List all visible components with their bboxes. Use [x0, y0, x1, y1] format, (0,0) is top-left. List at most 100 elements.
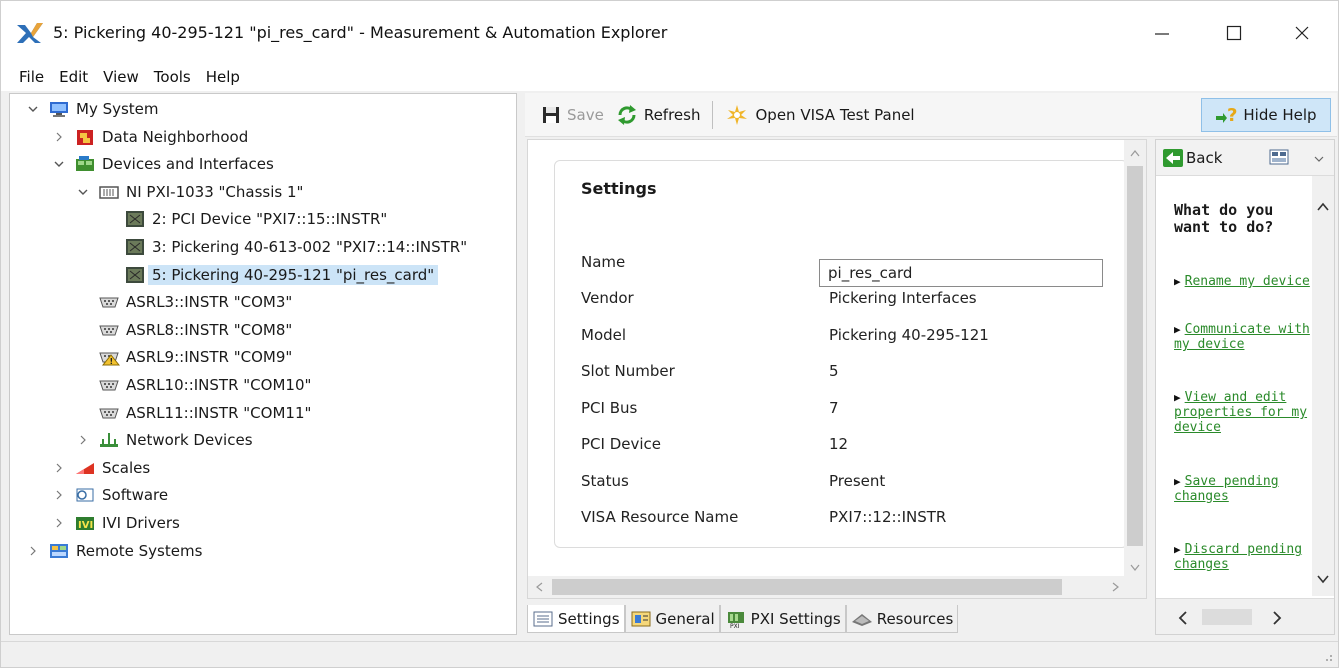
help-panel: Back What do you want to do? ▶ Rename my … — [1155, 139, 1335, 635]
tree-item-label: Scales — [102, 458, 151, 477]
tree-item-label: 3: Pickering 40-613-002 "PXI7::14::INSTR… — [152, 238, 468, 256]
help-question-icon: ? — [1216, 105, 1238, 126]
tree-item-label: 5: Pickering 40-295-121 "pi_res_card" — [148, 264, 439, 285]
help-dropdown-chevron-icon[interactable] — [1312, 152, 1326, 166]
expand-chevron-right-icon[interactable] — [76, 433, 90, 447]
horizontal-scroll-thumb[interactable] — [552, 579, 1062, 595]
horizontal-scrollbar[interactable] — [528, 576, 1126, 598]
tree-item[interactable]: IVI IVI Drivers — [52, 510, 180, 536]
minimize-button[interactable] — [1139, 15, 1185, 51]
tree-item[interactable]: Data Neighborhood — [52, 124, 248, 150]
serial-port-icon — [99, 325, 119, 336]
property-value: 7 — [829, 398, 839, 417]
tree-item[interactable]: ASRL10::INSTR "COM10" — [76, 372, 311, 398]
property-label: Slot Number — [581, 362, 675, 380]
save-label: Save — [567, 105, 604, 124]
open-visa-test-panel-button[interactable]: Open VISA Test Panel — [719, 99, 920, 131]
tab-general[interactable]: General — [624, 605, 720, 633]
tab-pxi-settings[interactable]: PXI PXI Settings — [719, 605, 846, 633]
expand-chevron-right-icon[interactable] — [52, 461, 66, 475]
title-bar: 5: Pickering 40-295-121 "pi_res_card" - … — [1, 1, 1338, 63]
tree-item-label: Network Devices — [126, 431, 253, 450]
help-link[interactable]: ▶ Communicate with my device — [1174, 322, 1314, 352]
tree-item[interactable]: ASRL8::INSTR "COM8" — [76, 317, 292, 343]
expand-chevron-right-icon[interactable] — [52, 488, 66, 502]
help-scroll-right-icon — [1273, 611, 1282, 625]
tree-item-label: ASRL10::INSTR "COM10" — [126, 376, 312, 394]
tree-item[interactable]: Devices and Interfaces — [52, 151, 274, 177]
tree-item-label: Data Neighborhood — [102, 127, 249, 146]
tree-item[interactable]: ! ASRL9::INSTR "COM9" — [76, 344, 292, 370]
tree-item[interactable]: My System — [26, 96, 159, 122]
tree-item[interactable]: 2: PCI Device "PXI7::15::INSTR" — [102, 206, 387, 232]
visa-label: Open VISA Test Panel — [755, 105, 915, 124]
help-link[interactable]: ▶ Save pending changes — [1174, 474, 1314, 504]
help-layout-icon[interactable] — [1268, 148, 1290, 168]
close-button[interactable] — [1279, 15, 1325, 51]
help-horizontal-scroll-thumb[interactable] — [1202, 609, 1252, 625]
tree-item-label: Remote Systems — [76, 541, 203, 560]
menu-file[interactable]: File — [19, 68, 44, 86]
help-link-text: Discard pending changes — [1174, 542, 1303, 572]
help-scroll-down-icon — [1317, 575, 1329, 584]
expand-chevron-right-icon[interactable] — [26, 544, 40, 558]
property-value: PXI7::12::INSTR — [829, 508, 947, 526]
tab-pxi-settings-label: PXI Settings — [750, 609, 841, 628]
help-link-text: Rename my device — [1184, 274, 1310, 289]
scroll-up-icon — [1130, 150, 1140, 157]
tree-item[interactable]: NI PXI-1033 "Chassis 1" — [76, 179, 303, 205]
vertical-scroll-thumb[interactable] — [1127, 166, 1143, 546]
device-name-input[interactable] — [819, 259, 1103, 287]
expand-chevron-down-icon[interactable] — [26, 102, 40, 116]
menu-view[interactable]: View — [103, 68, 139, 86]
tree-item[interactable]: Remote Systems — [26, 538, 202, 564]
tree-item-label: Software — [102, 486, 169, 505]
tree-item[interactable]: ASRL11::INSTR "COM11" — [76, 400, 311, 426]
help-back-button[interactable]: Back — [1156, 142, 1228, 174]
refresh-button[interactable]: Refresh — [610, 99, 707, 131]
property-label: Model — [581, 325, 627, 344]
tree-item[interactable]: Scales — [52, 455, 150, 481]
resize-grip-icon[interactable] — [1320, 649, 1334, 663]
tree-item[interactable]: Software — [52, 482, 168, 508]
settings-card: Settings Name Vendor Pickering Interfaces… — [554, 160, 1128, 548]
tree-item[interactable]: ASRL3::INSTR "COM3" — [76, 289, 292, 315]
tree-item-label: Devices and Interfaces — [102, 155, 274, 174]
tab-resources-label: Resources — [876, 609, 954, 628]
visa-test-panel-icon — [727, 104, 748, 125]
menu-edit[interactable]: Edit — [59, 68, 88, 86]
help-link-text: Save pending changes — [1174, 474, 1279, 504]
property-value: 12 — [829, 435, 849, 453]
hide-help-button[interactable]: ? Hide Help — [1201, 98, 1331, 132]
tree-item[interactable]: Network Devices — [76, 427, 253, 453]
help-link-text: View and edit properties for my device — [1174, 390, 1308, 435]
name-label: Name — [581, 253, 626, 271]
serial-port-icon — [99, 408, 119, 419]
tree-item-label: 2: PCI Device "PXI7::15::INSTR" — [152, 210, 388, 229]
bullet-triangle-icon: ▶ — [1174, 323, 1181, 336]
tree-item-label: NI PXI-1033 "Chassis 1" — [126, 182, 304, 201]
save-button[interactable]: Save — [535, 99, 610, 131]
expand-chevron-right-icon[interactable] — [52, 516, 66, 530]
expand-chevron-right-icon[interactable] — [52, 130, 66, 144]
card-icon — [126, 266, 144, 283]
tab-settings[interactable]: Settings — [527, 605, 625, 633]
help-link[interactable]: ▶ View and edit properties for my device — [1174, 390, 1314, 435]
tree-item[interactable]: 3: Pickering 40-613-002 "PXI7::14::INSTR… — [102, 234, 467, 260]
vertical-scrollbar[interactable] — [1124, 140, 1146, 578]
tab-resources[interactable]: Resources — [845, 605, 959, 633]
refresh-label: Refresh — [643, 105, 701, 124]
help-vertical-scrollbar[interactable] — [1312, 176, 1334, 596]
menu-help[interactable]: Help — [206, 68, 240, 86]
help-link[interactable]: ▶ Discard pending changes — [1174, 542, 1314, 572]
help-link[interactable]: ▶ Rename my device — [1174, 274, 1314, 289]
expand-chevron-down-icon[interactable] — [76, 185, 90, 199]
help-horizontal-scrollbar[interactable] — [1156, 598, 1334, 634]
expand-chevron-down-icon[interactable] — [52, 157, 66, 171]
maximize-button[interactable] — [1211, 15, 1257, 51]
menu-tools[interactable]: Tools — [154, 68, 191, 86]
general-tab-icon — [631, 611, 651, 626]
tree-item[interactable]: 5: Pickering 40-295-121 "pi_res_card" — [102, 262, 439, 288]
